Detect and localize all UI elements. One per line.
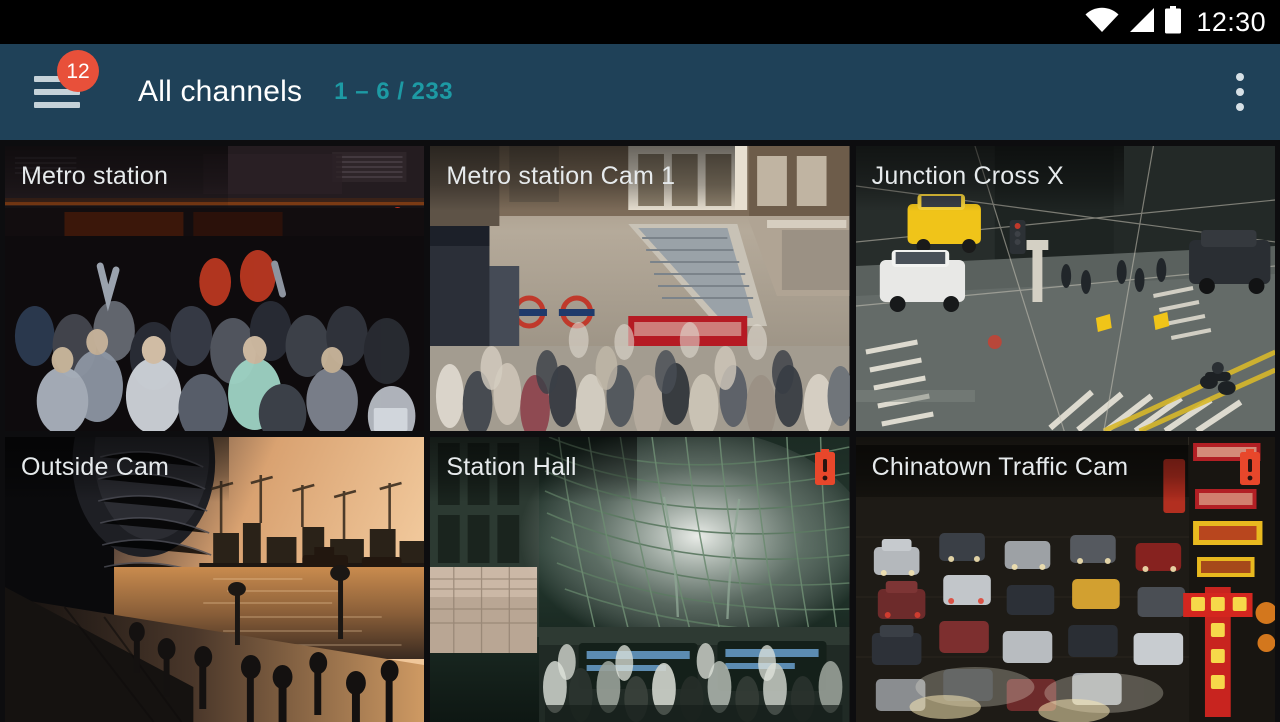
pagination-label: 1 – 6 / 233 [334, 78, 453, 106]
page-title: All channels [138, 75, 302, 109]
app-bar: 12 All channels 1 – 6 / 233 [0, 44, 1280, 140]
status-bar: 12:30 [0, 0, 1280, 44]
overflow-menu-icon[interactable] [1218, 64, 1262, 120]
camera-feed-chinatown-night-traffic [856, 437, 1275, 722]
camera-tile[interactable]: Metro station Cam 1 [430, 146, 849, 431]
status-clock: 12:30 [1196, 9, 1266, 36]
battery-icon [1164, 6, 1182, 39]
status-bar-icons [1085, 6, 1182, 39]
camera-tile[interactable]: Junction Cross X [856, 146, 1275, 431]
overflow-dot-2 [1236, 88, 1244, 96]
camera-feed-metro-platform-crowd [5, 146, 424, 431]
camera-feed-riverside-promenade-sunset [5, 437, 424, 722]
camera-tile[interactable]: Station Hall [430, 437, 849, 722]
camera-tile[interactable]: Outside Cam [5, 437, 424, 722]
camera-grid: Metro station [0, 140, 1280, 720]
camera-feed-street-intersection-aerial [856, 146, 1275, 431]
battery-alert-icon [814, 449, 836, 490]
overflow-dot-1 [1236, 73, 1244, 81]
menu-bar-3 [34, 102, 80, 108]
camera-tile[interactable]: Metro station [5, 146, 424, 431]
signal-icon [1128, 7, 1155, 38]
overflow-dot-3 [1236, 103, 1244, 111]
battery-alert-icon [1239, 449, 1261, 490]
hamburger-menu-icon[interactable]: 12 [34, 64, 94, 120]
notification-badge: 12 [57, 50, 99, 92]
camera-feed-station-hall-lattice-roof [430, 437, 849, 722]
wifi-icon [1085, 7, 1119, 38]
camera-tile[interactable]: Chinatown Traffic Cam [856, 437, 1275, 722]
camera-feed-station-concourse-escalators [430, 146, 849, 431]
